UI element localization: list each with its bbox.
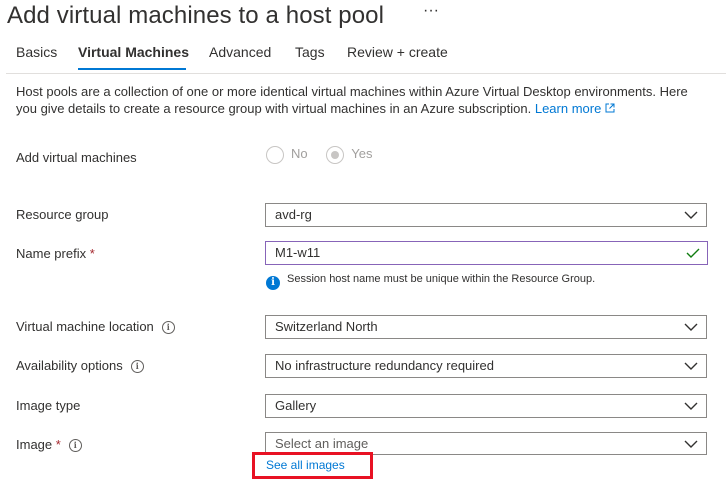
vm-location-label-text: Virtual machine location — [16, 319, 154, 334]
external-link-icon — [605, 103, 615, 113]
checkmark-icon — [686, 248, 700, 258]
chevron-down-icon — [684, 211, 698, 219]
chevron-down-icon — [684, 323, 698, 331]
vm-location-dropdown[interactable]: Switzerland North — [265, 315, 707, 339]
chevron-down-icon — [684, 362, 698, 370]
availability-label-text: Availability options — [16, 358, 123, 373]
name-prefix-note: i Session host name must be unique within… — [266, 273, 595, 290]
resource-group-label: Resource group — [16, 207, 109, 222]
availability-value: No infrastructure redundancy required — [275, 358, 494, 373]
see-all-images-link[interactable]: See all images — [266, 458, 345, 472]
image-type-label: Image type — [16, 398, 81, 413]
info-icon[interactable]: i — [68, 439, 82, 452]
name-prefix-input[interactable]: M1-w11 — [265, 241, 708, 265]
image-label: Image * i — [16, 437, 82, 452]
active-tab-indicator — [78, 68, 186, 70]
info-icon[interactable]: i — [161, 321, 175, 334]
more-options-button[interactable]: ··· — [423, 2, 439, 20]
radio-no[interactable]: No — [266, 146, 311, 164]
tab-review-create[interactable]: Review + create — [347, 44, 448, 60]
chevron-down-icon — [684, 440, 698, 448]
availability-dropdown[interactable]: No infrastructure redundancy required — [265, 354, 707, 378]
add-vms-radio-group: No Yes — [266, 146, 372, 164]
required-mark: * — [89, 246, 95, 261]
radio-yes[interactable]: Yes — [326, 146, 373, 164]
tab-virtual-machines[interactable]: Virtual Machines — [78, 44, 189, 60]
resource-group-value: avd-rg — [275, 207, 312, 222]
tab-bar: Basics Virtual Machines Advanced Tags Re… — [0, 44, 726, 72]
tab-advanced[interactable]: Advanced — [209, 44, 271, 60]
radio-no-circle — [266, 146, 284, 164]
radio-yes-circle — [326, 146, 345, 164]
availability-label: Availability options i — [16, 358, 144, 373]
description: Host pools are a collection of one or mo… — [16, 83, 706, 117]
name-prefix-label-text: Name prefix — [16, 246, 87, 261]
image-type-dropdown[interactable]: Gallery — [265, 394, 707, 418]
page-title: Add virtual machines to a host pool — [7, 2, 385, 29]
radio-no-label: No — [291, 146, 308, 162]
vm-location-label: Virtual machine location i — [16, 319, 175, 334]
tab-basics[interactable]: Basics — [16, 44, 57, 60]
name-prefix-label: Name prefix * — [16, 246, 95, 261]
name-prefix-note-text: Session host name must be unique within … — [287, 273, 596, 285]
required-mark: * — [55, 437, 61, 452]
tab-tags[interactable]: Tags — [295, 44, 325, 60]
learn-more-link[interactable]: Learn more — [535, 101, 615, 116]
resource-group-dropdown[interactable]: avd-rg — [265, 203, 707, 227]
add-vms-label: Add virtual machines — [16, 150, 137, 165]
chevron-down-icon — [684, 402, 698, 410]
info-icon: i — [266, 276, 280, 290]
radio-yes-label: Yes — [351, 146, 373, 162]
tab-divider — [6, 73, 726, 74]
learn-more-label: Learn more — [534, 101, 602, 116]
name-prefix-value: M1-w11 — [275, 245, 321, 260]
image-placeholder: Select an image — [275, 436, 369, 451]
vm-location-value: Switzerland North — [275, 319, 378, 334]
info-icon[interactable]: i — [130, 360, 144, 373]
image-label-text: Image — [16, 437, 53, 452]
image-type-value: Gallery — [275, 398, 317, 413]
